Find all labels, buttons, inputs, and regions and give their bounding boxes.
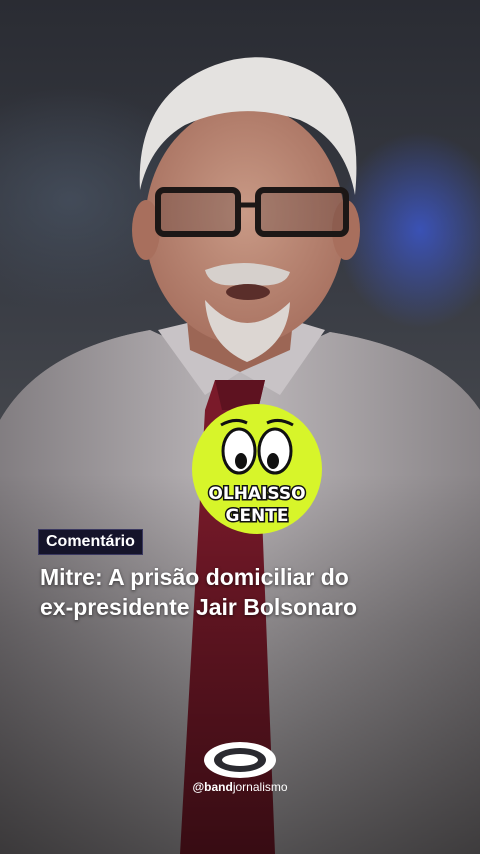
headline-line-2: ex-presidente Jair Bolsonaro — [40, 594, 357, 620]
headline: Mitre: A prisão domiciliar do ex-preside… — [40, 562, 460, 622]
headline-line-1: Mitre: A prisão domiciliar do — [40, 564, 349, 590]
comment-tag: Comentário — [38, 529, 143, 555]
svg-text:GENTE: GENTE — [225, 506, 288, 526]
olhaisso-gente-badge: OLHAISSO GENTE — [192, 404, 322, 534]
handle-suffix: jornalismo — [232, 780, 288, 794]
band-logo-icon — [204, 742, 276, 778]
video-frame[interactable]: OLHAISSO GENTE Comentário Mitre: A prisã… — [0, 0, 480, 854]
handle-prefix: @band — [192, 780, 233, 794]
svg-text:OLHAISSO: OLHAISSO — [208, 484, 305, 504]
channel-handle: @bandjornalismo — [0, 780, 480, 794]
